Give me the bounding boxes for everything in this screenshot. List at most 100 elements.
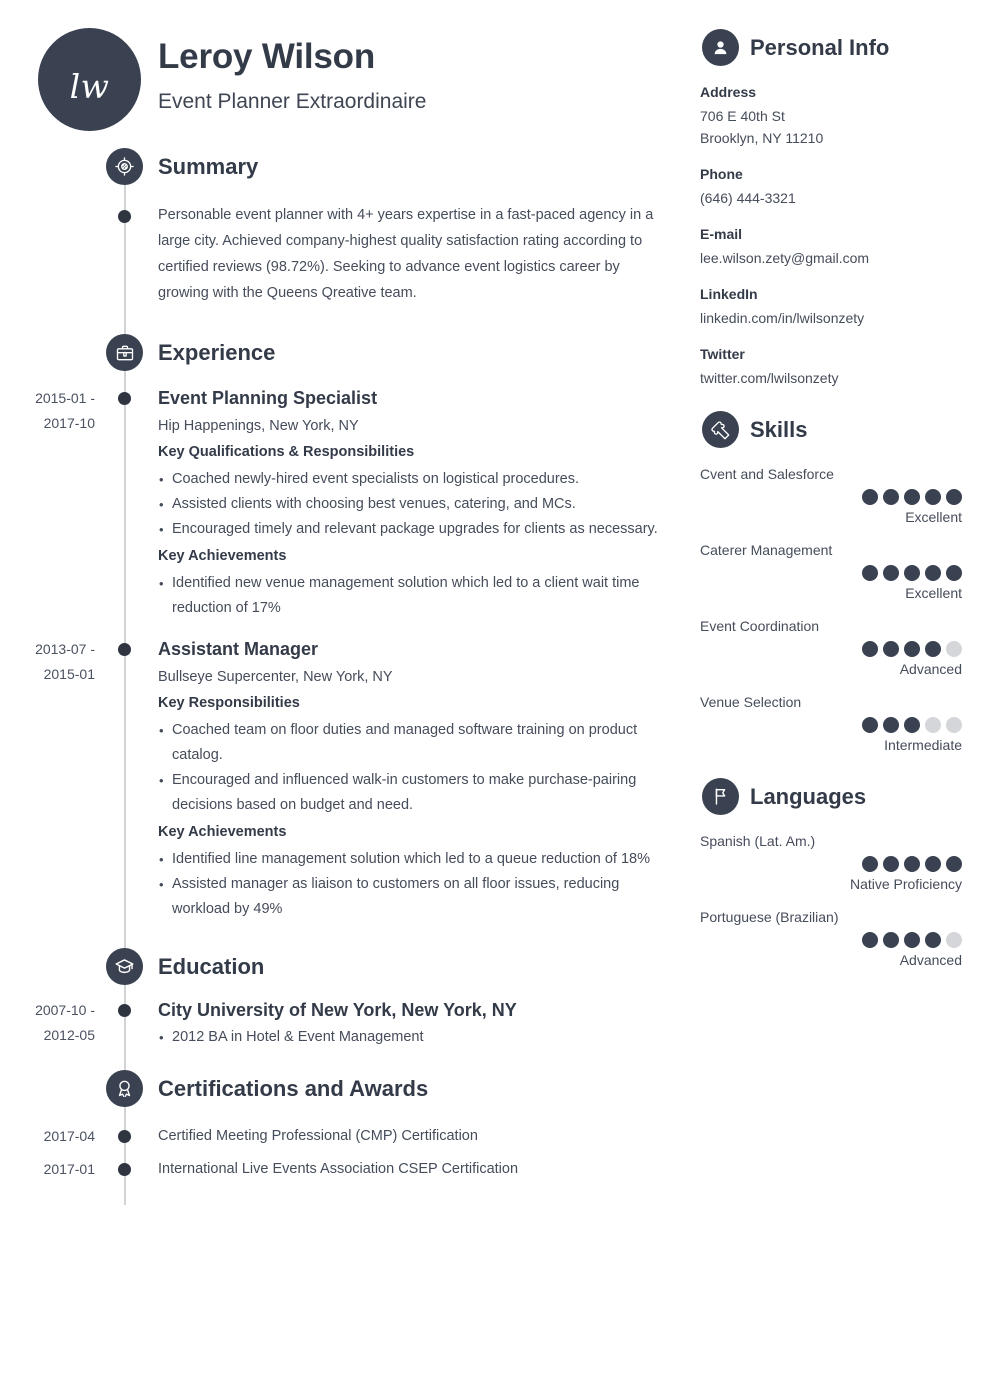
info-group-linkedin: LinkedIn linkedin.com/in/lwilsonzety: [700, 283, 962, 329]
skill-rating-dots: [700, 565, 962, 581]
rating-dot: [904, 641, 920, 657]
date-line: 2015-01 -: [35, 390, 95, 406]
skill-level: Excellent: [905, 585, 962, 601]
section-experience-header: Experience: [0, 334, 690, 374]
education-bullet-list: 2012 BA in Hotel & Event Management: [158, 1025, 660, 1050]
language-rating-dots: [700, 856, 962, 872]
target-percent-icon: [106, 148, 143, 185]
skill-rating-dots: [700, 641, 962, 657]
resume-page: lw Leroy Wilson Event Planner Extraordin…: [0, 0, 990, 1400]
timeline-dot: [118, 392, 131, 405]
skill-name: Cvent and Salesforce: [700, 466, 834, 482]
rating-dot: [925, 565, 941, 581]
date-line: 2007-10 -: [35, 1001, 95, 1018]
rating-dot: [904, 565, 920, 581]
flag-icon: [702, 778, 739, 815]
rating-dot: [946, 489, 962, 505]
date-line: 2017-10: [43, 415, 95, 431]
experience-item: 2015-01 - 2017-10 Event Planning Special…: [0, 386, 690, 621]
sidebar-personal-info-header: Personal Info: [700, 29, 962, 71]
rating-dot: [862, 932, 878, 948]
sidebar: Personal Info Address 706 E 40th St Broo…: [700, 0, 962, 982]
language-level: Advanced: [899, 952, 962, 968]
info-label: Address: [700, 84, 757, 100]
rating-dot: [862, 489, 878, 505]
date-line: 2012-05: [43, 1026, 95, 1043]
timeline-dot: [118, 1162, 131, 1176]
info-label: LinkedIn: [700, 286, 758, 302]
list-item: Coached team on floor duties and managed…: [158, 718, 660, 768]
experience-job-title: Assistant Manager: [158, 638, 319, 659]
rating-dot: [904, 932, 920, 948]
section-title-certifications: Certifications and Awards: [158, 1075, 429, 1101]
rating-dot: [946, 932, 962, 948]
resume-header: lw Leroy Wilson Event Planner Extraordin…: [0, 0, 690, 131]
section-certifications-header: Certifications and Awards: [0, 1069, 690, 1110]
timeline-dot: [118, 1003, 131, 1017]
rating-dot: [904, 856, 920, 872]
rating-dot: [904, 717, 920, 733]
experience-job-title: Event Planning Specialist: [158, 388, 378, 408]
briefcase-icon: [106, 334, 143, 371]
list-item: Assisted clients with choosing best venu…: [158, 492, 660, 517]
experience-group-label: Key Achievements: [158, 823, 287, 840]
summary-text: Personable event planner with 4+ years e…: [158, 207, 654, 301]
rating-dot: [883, 717, 899, 733]
rating-dot: [883, 641, 899, 657]
sidebar-title-languages: Languages: [750, 784, 867, 809]
info-label: Phone: [700, 166, 743, 182]
timeline-dot: [118, 210, 131, 223]
sidebar-title-skills: Skills: [750, 417, 808, 442]
date-line: 2015-01: [43, 665, 95, 682]
rating-dot: [883, 489, 899, 505]
date-line: 2013-07 -: [35, 640, 95, 657]
section-title-summary: Summary: [158, 154, 259, 179]
rating-dot: [946, 856, 962, 872]
rating-dot: [925, 717, 941, 733]
rating-dot: [862, 856, 878, 872]
experience-dates: 2013-07 - 2015-01: [0, 637, 95, 687]
experience-bullet-list: Identified new venue management solution…: [158, 571, 660, 621]
skill-name: Event Coordination: [700, 618, 820, 634]
graduation-cap-icon: [106, 947, 143, 985]
experience-bullet-list: Coached newly-hired event specialists on…: [158, 467, 660, 542]
language-rating-dots: [700, 932, 962, 948]
info-label: E-mail: [700, 226, 743, 242]
experience-group-label: Key Qualifications & Responsibilities: [158, 444, 415, 461]
award-ribbon-icon: [106, 1069, 143, 1107]
info-value-twitter[interactable]: twitter.com/lwilsonzety: [700, 367, 962, 389]
skill-level: Excellent: [905, 509, 962, 525]
info-group-email: E-mail lee.wilson.zety@gmail.com: [700, 223, 962, 269]
experience-group-label: Key Achievements: [158, 548, 287, 565]
info-group-phone: Phone (646) 444-3321: [700, 163, 962, 209]
rating-dot: [862, 565, 878, 581]
education-dates: 2007-10 - 2012-05: [0, 998, 95, 1048]
timeline-dot: [118, 1129, 131, 1143]
list-item: Assisted manager as liaison to customers…: [158, 872, 660, 922]
experience-bullet-list: Identified line management solution whic…: [158, 847, 660, 922]
info-value-email[interactable]: lee.wilson.zety@gmail.com: [700, 247, 962, 269]
avatar-initials: lw: [69, 67, 110, 106]
info-value-linkedin[interactable]: linkedin.com/in/lwilsonzety: [700, 307, 962, 329]
skill-item: Event Coordination Advanced: [700, 615, 962, 679]
info-group-twitter: Twitter twitter.com/lwilsonzety: [700, 343, 962, 389]
skill-item: Venue Selection Intermediate: [700, 691, 962, 755]
rating-dot: [883, 856, 899, 872]
info-value: Brooklyn, NY 11210: [700, 130, 824, 146]
certification-text: Certified Meeting Professional (CMP) Cer…: [158, 1127, 478, 1144]
education-school: City University of New York, New York, N…: [158, 999, 517, 1020]
skill-level: Intermediate: [884, 737, 962, 753]
education-item: 2007-10 - 2012-05 City University of New…: [0, 998, 690, 1050]
info-value: (646) 444-3321: [700, 190, 796, 206]
rating-dot: [925, 856, 941, 872]
skill-item: Cvent and Salesforce Excellent: [700, 463, 962, 527]
certification-text: International Live Events Association CS…: [158, 1160, 519, 1177]
section-title-education: Education: [158, 953, 265, 979]
language-name: Portuguese (Brazilian): [700, 909, 839, 925]
language-item: Portuguese (Brazilian) Advanced: [700, 906, 962, 970]
list-item: Encouraged and influenced walk-in custom…: [158, 768, 660, 818]
experience-company: Hip Happenings, New York, NY: [158, 418, 359, 435]
language-level: Native Proficiency: [849, 876, 962, 892]
rating-dot: [904, 489, 920, 505]
certifications-list: 2017-04 Certified Meeting Professional (…: [0, 1126, 690, 1192]
